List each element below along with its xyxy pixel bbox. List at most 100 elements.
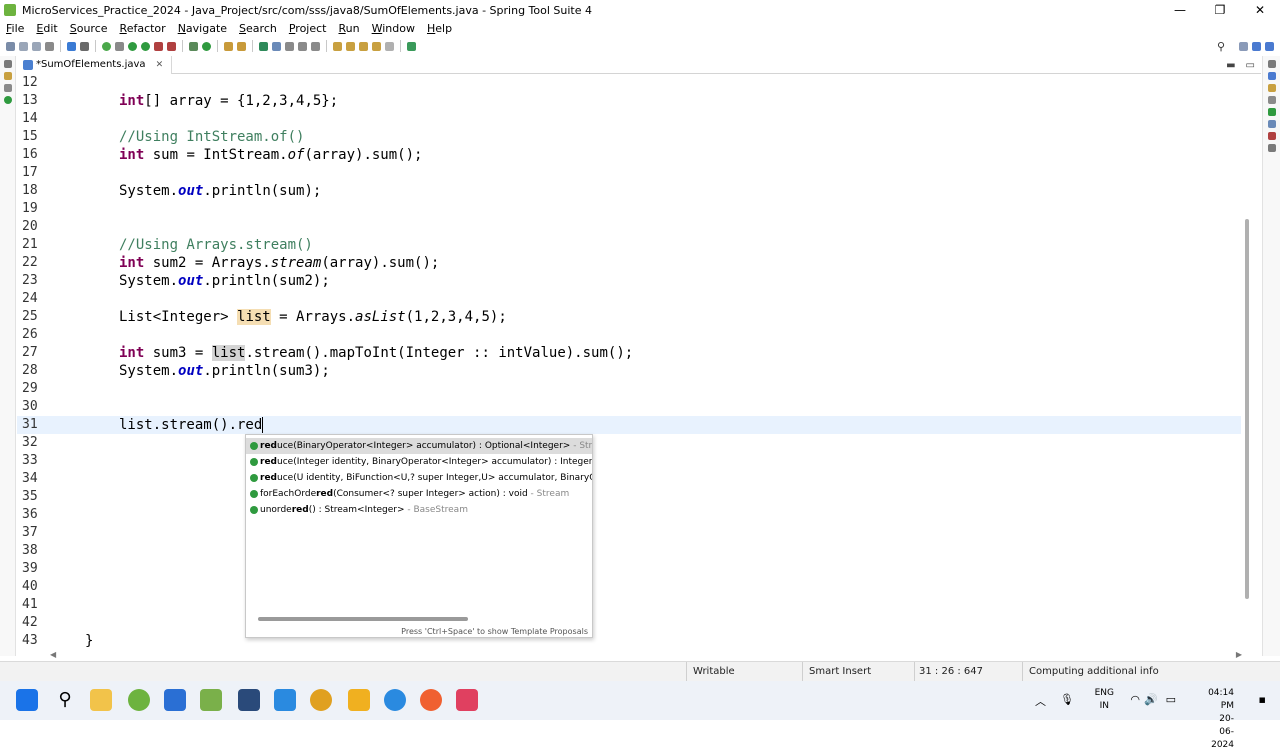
print-icon[interactable]: [45, 41, 54, 51]
code-line[interactable]: 29: [17, 380, 1241, 398]
battery-icon[interactable]: ▭: [1166, 693, 1176, 706]
code-line[interactable]: 28 System.out.println(sum3);: [17, 362, 1241, 380]
menu-run[interactable]: Run: [333, 22, 366, 35]
code-line[interactable]: 31 list.stream().red: [17, 416, 1241, 434]
close-button[interactable]: ✕: [1240, 0, 1280, 20]
servers-view-icon[interactable]: [1267, 132, 1276, 140]
terminal-icon[interactable]: [67, 41, 76, 51]
code-line[interactable]: 16 int sum = IntStream.of(array).sum();: [17, 146, 1241, 164]
code-line[interactable]: 37: [17, 524, 1241, 542]
scroll-left-arrow-icon[interactable]: ◀: [50, 650, 56, 659]
declaration-view-icon[interactable]: [1267, 96, 1276, 104]
code-line[interactable]: 18 System.out.println(sum);: [17, 182, 1241, 200]
external-tools-icon[interactable]: [154, 41, 163, 51]
code-line[interactable]: 39: [17, 560, 1241, 578]
code-line[interactable]: 36: [17, 506, 1241, 524]
search-icon[interactable]: ⚲: [1217, 40, 1225, 53]
postman-icon[interactable]: [420, 689, 442, 711]
show-whitespace-icon[interactable]: [311, 41, 320, 51]
code-line[interactable]: 15 //Using IntStream.of(): [17, 128, 1241, 146]
search-icon[interactable]: ⚲: [54, 689, 76, 711]
windows-start-icon[interactable]: [16, 689, 38, 711]
code-line[interactable]: 17: [17, 164, 1241, 182]
menu-source[interactable]: Source: [64, 22, 114, 35]
code-line[interactable]: 32: [17, 434, 1241, 452]
run-icon[interactable]: [128, 41, 137, 51]
menu-edit[interactable]: Edit: [30, 22, 63, 35]
search-tool-icon[interactable]: [237, 41, 246, 51]
proposal-scrollbar[interactable]: [258, 617, 468, 621]
notepad-plus-plus-icon[interactable]: [200, 689, 222, 711]
menu-help[interactable]: Help: [421, 22, 458, 35]
menu-search[interactable]: Search: [233, 22, 283, 35]
menu-refactor[interactable]: Refactor: [114, 22, 172, 35]
proposal-item[interactable]: reduce(Integer identity, BinaryOperator<…: [246, 454, 592, 470]
debug-settings-icon[interactable]: [80, 41, 89, 51]
microphone-icon[interactable]: 🎙: [1060, 693, 1074, 706]
spring-tool-suite-taskbar-icon[interactable]: [128, 689, 150, 711]
code-line[interactable]: 22 int sum2 = Arrays.stream(array).sum();: [17, 254, 1241, 272]
proposal-item[interactable]: forEachOrdered(Consumer<? super Integer>…: [246, 486, 592, 502]
menu-file[interactable]: File: [0, 22, 30, 35]
editor-vertical-scrollbar[interactable]: [1243, 74, 1251, 650]
scrollbar-thumb[interactable]: [1245, 219, 1249, 599]
spring-boot-icon[interactable]: [102, 41, 111, 51]
snipping-tool-icon[interactable]: [456, 689, 478, 711]
console-view-icon[interactable]: [1267, 108, 1276, 116]
save-all-icon[interactable]: [32, 41, 41, 51]
debug-perspective-icon[interactable]: [1265, 41, 1274, 51]
proposal-item[interactable]: reduce(U identity, BiFunction<U,? super …: [246, 470, 592, 486]
run-coverage-icon[interactable]: [141, 41, 150, 51]
code-line[interactable]: 30: [17, 398, 1241, 416]
menu-window[interactable]: Window: [366, 22, 421, 35]
code-line[interactable]: 24: [17, 290, 1241, 308]
open-type-icon[interactable]: [224, 41, 233, 51]
last-edit-location-icon[interactable]: [359, 41, 368, 51]
close-tab-icon[interactable]: ✕: [156, 60, 164, 70]
volume-icon[interactable]: 🔊: [1144, 693, 1158, 706]
code-line[interactable]: 35: [17, 488, 1241, 506]
annotation-icon[interactable]: [259, 41, 268, 51]
minimize-button[interactable]: —: [1160, 0, 1200, 20]
new-class-icon[interactable]: [202, 41, 211, 51]
restore-view-icon[interactable]: [3, 60, 12, 68]
show-hidden-icons-icon[interactable]: ︿: [1035, 693, 1046, 709]
code-line[interactable]: 33: [17, 452, 1241, 470]
javadoc-view-icon[interactable]: [1267, 84, 1276, 92]
previous-annotation-icon[interactable]: [346, 41, 355, 51]
maximize-button[interactable]: ❐: [1200, 0, 1240, 20]
code-line[interactable]: 20: [17, 218, 1241, 236]
code-line[interactable]: 41: [17, 596, 1241, 614]
vscode-icon[interactable]: [274, 689, 296, 711]
code-line[interactable]: 19: [17, 200, 1241, 218]
boot-dashboard-icon[interactable]: [3, 96, 12, 104]
code-line[interactable]: 38: [17, 542, 1241, 560]
maximize-icon[interactable]: ▭: [1246, 60, 1255, 71]
menu-navigate[interactable]: Navigate: [172, 22, 233, 35]
zoom-icon[interactable]: [384, 689, 406, 711]
block-selection-icon[interactable]: [298, 41, 307, 51]
word-wrap-icon[interactable]: [285, 41, 294, 51]
code-line[interactable]: 21 //Using Arrays.stream(): [17, 236, 1241, 254]
code-line[interactable]: 26: [17, 326, 1241, 344]
package-explorer-icon[interactable]: [3, 72, 12, 80]
back-icon[interactable]: [372, 41, 381, 51]
scroll-right-arrow-icon[interactable]: ▶: [1236, 650, 1242, 659]
file-explorer-icon[interactable]: [90, 689, 112, 711]
new-java-project-icon[interactable]: [189, 41, 198, 51]
git-bash-icon[interactable]: [238, 689, 260, 711]
code-line[interactable]: 25 List<Integer> list = Arrays.asList(1,2…: [17, 308, 1241, 326]
code-line[interactable]: 40: [17, 578, 1241, 596]
code-line[interactable]: 27 int sum3 = list.stream().mapToInt(Inte…: [17, 344, 1241, 362]
code-line[interactable]: 34: [17, 470, 1241, 488]
problems-view-icon[interactable]: [1267, 72, 1276, 80]
outline-icon[interactable]: [3, 84, 12, 92]
code-line[interactable]: 23 System.out.println(sum2);: [17, 272, 1241, 290]
code-editor[interactable]: 12 13 int[] array = {1,2,3,4,5}; 14 15 //Usin…: [17, 74, 1261, 650]
stop-icon[interactable]: [167, 41, 176, 51]
toggle-mark-occurrences-icon[interactable]: [272, 41, 281, 51]
notepad-icon[interactable]: [164, 689, 186, 711]
proposal-item[interactable]: reduce(BinaryOperator<Integer> accumulat…: [246, 438, 592, 454]
menu-project[interactable]: Project: [283, 22, 333, 35]
code-line[interactable]: 42: [17, 614, 1241, 632]
